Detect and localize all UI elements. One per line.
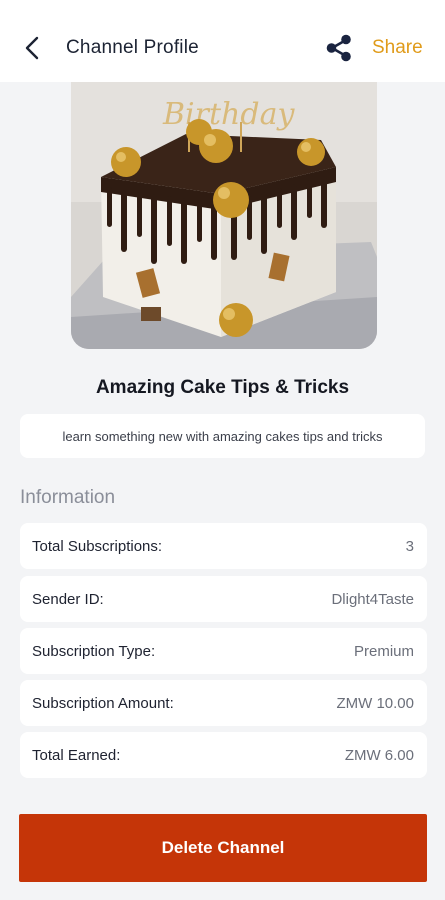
info-row-key: Total Subscriptions:	[32, 537, 163, 555]
info-row-key: Sender ID:	[32, 590, 104, 608]
channel-description-text: learn something new with amazing cakes t…	[62, 428, 383, 444]
channel-description: learn something new with amazing cakes t…	[20, 414, 425, 458]
page-title: Channel Profile	[66, 37, 199, 58]
info-row-key: Total Earned:	[32, 746, 121, 764]
info-row-key: Subscription Type:	[32, 642, 156, 660]
chevron-left-icon	[25, 36, 39, 60]
info-row-sender-id: Sender ID: Dlight4Taste	[20, 576, 427, 622]
info-row-subscription-type: Subscription Type: Premium	[20, 628, 427, 674]
share-icon[interactable]	[324, 33, 354, 63]
channel-title: Amazing Cake Tips & Tricks	[95, 377, 350, 398]
info-row-total-earned: Total Earned: ZMW 6.00	[20, 732, 427, 778]
delete-channel-button[interactable]: Delete Channel	[19, 814, 427, 882]
info-row-key: Subscription Amount:	[32, 694, 174, 712]
info-row-value: ZMW 6.00	[344, 746, 414, 764]
info-row-total-subscriptions: Total Subscriptions: 3	[20, 523, 427, 569]
info-row-value: ZMW 10.00	[336, 694, 414, 712]
info-row-value: Dlight4Taste	[331, 590, 414, 608]
svg-text:Birthday: Birthday	[162, 97, 295, 132]
info-row-subscription-amount: Subscription Amount: ZMW 10.00	[20, 680, 427, 726]
back-button[interactable]	[20, 34, 44, 62]
share-button[interactable]: Share	[372, 37, 423, 59]
channel-cover-image: Birthday	[71, 82, 377, 349]
app-header: Channel Profile Share	[0, 0, 445, 82]
info-row-value: Premium	[353, 642, 414, 660]
info-row-value: 3	[405, 537, 414, 555]
information-section-label: Information	[20, 487, 116, 508]
cake-image: Birthday	[71, 82, 377, 349]
